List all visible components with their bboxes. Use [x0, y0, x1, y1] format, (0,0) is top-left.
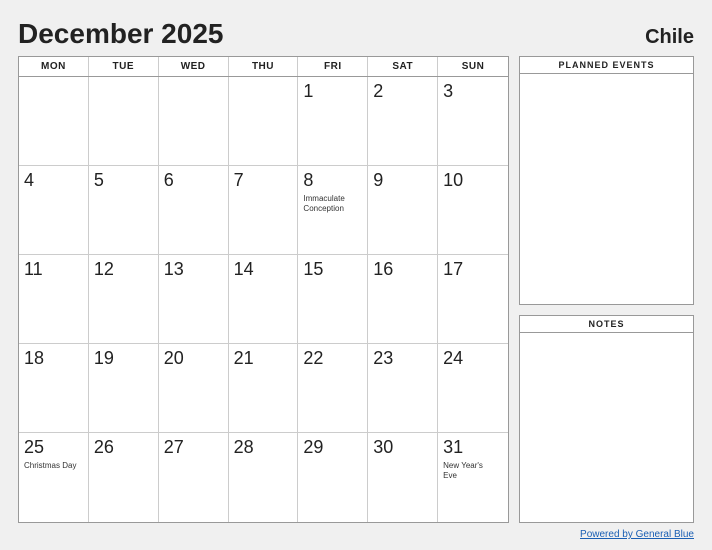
- planned-events-box: PLANNED EVENTS: [519, 56, 694, 305]
- day-number: 9: [373, 170, 383, 192]
- table-row: 3: [438, 77, 508, 166]
- day-number: 24: [443, 348, 463, 370]
- table-row: 18: [19, 344, 89, 433]
- table-row: 29: [298, 433, 368, 522]
- footer: Powered by General Blue: [18, 529, 694, 540]
- country-label: Chile: [645, 26, 694, 49]
- table-row: 13: [159, 255, 229, 344]
- table-row: 17: [438, 255, 508, 344]
- day-header-wed: WED: [159, 57, 229, 76]
- table-row: [19, 77, 89, 166]
- day-number: 10: [443, 170, 463, 192]
- day-number: 20: [164, 348, 184, 370]
- table-row: 10: [438, 166, 508, 255]
- day-header-sat: SAT: [368, 57, 438, 76]
- table-row: 1: [298, 77, 368, 166]
- day-number: 16: [373, 259, 393, 281]
- table-row: 30: [368, 433, 438, 522]
- table-row: 23: [368, 344, 438, 433]
- table-row: 7: [229, 166, 299, 255]
- table-row: 9: [368, 166, 438, 255]
- table-row: 16: [368, 255, 438, 344]
- calendar-header-row: MON TUE WED THU FRI SAT SUN: [19, 57, 508, 77]
- planned-events-content: [520, 74, 693, 304]
- day-number: 15: [303, 259, 323, 281]
- notes-box: NOTES: [519, 315, 694, 523]
- table-row: 2: [368, 77, 438, 166]
- table-row: 15: [298, 255, 368, 344]
- page-title: December 2025: [18, 18, 223, 50]
- day-header-fri: FRI: [298, 57, 368, 76]
- planned-events-title: PLANNED EVENTS: [520, 57, 693, 74]
- powered-by-link[interactable]: Powered by General Blue: [580, 529, 694, 540]
- header: December 2025 Chile: [18, 18, 694, 50]
- calendar-body: 1 2 3 4 5 6 7: [19, 77, 508, 522]
- day-number: 3: [443, 81, 453, 103]
- day-number: 14: [234, 259, 254, 281]
- day-number: 1: [303, 81, 313, 103]
- table-row: 5: [89, 166, 159, 255]
- table-row: 14: [229, 255, 299, 344]
- day-number: 7: [234, 170, 244, 192]
- day-number: 22: [303, 348, 323, 370]
- day-number: 25: [24, 437, 44, 459]
- day-number: 18: [24, 348, 44, 370]
- day-number: 13: [164, 259, 184, 281]
- main-area: MON TUE WED THU FRI SAT SUN 1 2: [18, 56, 694, 523]
- day-number: 26: [94, 437, 114, 459]
- table-row: 27: [159, 433, 229, 522]
- table-row: [159, 77, 229, 166]
- day-number: 5: [94, 170, 104, 192]
- calendar: MON TUE WED THU FRI SAT SUN 1 2: [18, 56, 509, 523]
- day-number: 2: [373, 81, 383, 103]
- event-immaculate-conception: ImmaculateConception: [303, 194, 344, 215]
- table-row: 4: [19, 166, 89, 255]
- sidebar: PLANNED EVENTS NOTES: [519, 56, 694, 523]
- table-row: [89, 77, 159, 166]
- notes-content: [520, 333, 693, 522]
- day-number: 6: [164, 170, 174, 192]
- day-number: 17: [443, 259, 463, 281]
- day-number: 12: [94, 259, 114, 281]
- table-row: 31 New Year'sEve: [438, 433, 508, 522]
- table-row: [229, 77, 299, 166]
- day-header-mon: MON: [19, 57, 89, 76]
- day-header-sun: SUN: [438, 57, 508, 76]
- table-row: 24: [438, 344, 508, 433]
- table-row: 21: [229, 344, 299, 433]
- day-number: 19: [94, 348, 114, 370]
- day-number: 28: [234, 437, 254, 459]
- table-row: 28: [229, 433, 299, 522]
- day-number: 30: [373, 437, 393, 459]
- day-number: 11: [24, 259, 43, 281]
- table-row: 11: [19, 255, 89, 344]
- day-number: 27: [164, 437, 184, 459]
- table-row: 20: [159, 344, 229, 433]
- day-number: 4: [24, 170, 34, 192]
- table-row: 12: [89, 255, 159, 344]
- event-christmas: Christmas Day: [24, 461, 76, 471]
- notes-title: NOTES: [520, 316, 693, 333]
- table-row: 19: [89, 344, 159, 433]
- event-new-years-eve: New Year'sEve: [443, 461, 483, 482]
- day-header-thu: THU: [229, 57, 299, 76]
- table-row: 25 Christmas Day: [19, 433, 89, 522]
- day-number: 23: [373, 348, 393, 370]
- table-row: 26: [89, 433, 159, 522]
- table-row: 8 ImmaculateConception: [298, 166, 368, 255]
- table-row: 6: [159, 166, 229, 255]
- day-number: 8: [303, 170, 313, 192]
- day-number: 31: [443, 437, 463, 459]
- day-number: 21: [234, 348, 254, 370]
- day-number: 29: [303, 437, 323, 459]
- table-row: 22: [298, 344, 368, 433]
- day-header-tue: TUE: [89, 57, 159, 76]
- page: December 2025 Chile MON TUE WED THU FRI …: [0, 0, 712, 550]
